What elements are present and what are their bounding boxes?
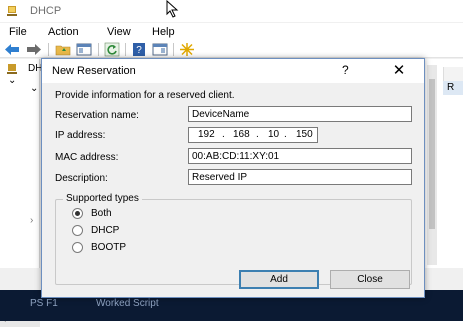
- reservation-name-input[interactable]: [188, 106, 412, 122]
- taskbar-item[interactable]: PS F1: [30, 298, 58, 309]
- new-star-icon[interactable]: [179, 42, 195, 57]
- menu-file[interactable]: File: [9, 26, 27, 38]
- mouse-cursor-icon: [166, 0, 179, 18]
- show-hide-tree-icon[interactable]: [76, 42, 92, 57]
- selected-row-label: R: [447, 82, 455, 93]
- dialog-title-bar: New Reservation ? ✕: [42, 59, 424, 83]
- vertical-scrollbar[interactable]: [427, 65, 437, 265]
- ip-address-label: IP address:: [55, 130, 106, 141]
- refresh-icon[interactable]: [104, 42, 120, 57]
- details-pane: R: [425, 59, 463, 268]
- toolbar-separator: [173, 43, 174, 56]
- ip-octet-3[interactable]: 10: [268, 129, 279, 140]
- menu-view[interactable]: View: [107, 26, 131, 38]
- toolbar-separator: [48, 43, 49, 56]
- menu-help[interactable]: Help: [152, 26, 175, 38]
- description-label: Description:: [55, 173, 108, 184]
- scrollbar-thumb[interactable]: [429, 79, 435, 229]
- ip-octet-2[interactable]: 168: [233, 129, 250, 140]
- radio-bootp-label[interactable]: BOOTP: [91, 242, 126, 253]
- back-arrow-icon[interactable]: [4, 42, 20, 57]
- menu-action[interactable]: Action: [48, 26, 79, 38]
- title-bar: DHCP: [0, 0, 463, 22]
- svg-text:?: ?: [136, 45, 142, 56]
- ip-octet-4[interactable]: 150: [296, 129, 313, 140]
- toolbar: ?: [0, 41, 463, 58]
- reservation-name-label: Reservation name:: [55, 110, 139, 121]
- dialog-title: New Reservation: [52, 65, 136, 77]
- tree-collapsed-chevron-icon[interactable]: ›: [30, 215, 33, 226]
- mac-address-label: MAC address:: [55, 152, 119, 163]
- dhcp-app-icon: [7, 6, 17, 16]
- close-icon[interactable]: ✕: [388, 61, 410, 81]
- menu-bar: File Action View Help: [0, 23, 463, 41]
- properties-pane-icon[interactable]: [152, 42, 168, 57]
- ip-dot: .: [222, 129, 225, 140]
- column-header[interactable]: [443, 67, 463, 81]
- radio-button[interactable]: [72, 242, 83, 253]
- tree-expand-chevron-icon[interactable]: ⌄: [30, 83, 38, 94]
- radio-dhcp-label[interactable]: DHCP: [91, 225, 119, 236]
- radio-selected-dot: [75, 211, 80, 216]
- taskbar-item[interactable]: Worked Script: [96, 298, 159, 309]
- help-book-icon[interactable]: ?: [131, 42, 147, 57]
- selected-row[interactable]: R: [443, 81, 463, 95]
- add-button[interactable]: Add: [239, 270, 319, 289]
- forward-arrow-icon[interactable]: [26, 42, 42, 57]
- radio-both-label[interactable]: Both: [91, 208, 112, 219]
- ip-dot: .: [284, 129, 287, 140]
- description-input[interactable]: [188, 169, 412, 185]
- mac-address-input[interactable]: [188, 148, 412, 164]
- dialog-description: Provide information for a reserved clien…: [55, 90, 235, 101]
- radio-button[interactable]: [72, 208, 83, 219]
- help-button[interactable]: ?: [342, 63, 349, 77]
- radio-button[interactable]: [72, 225, 83, 236]
- window-title: DHCP: [30, 5, 62, 17]
- console-tree: DH ⌄ ⌄ › ‹: [0, 59, 42, 327]
- dhcp-server-icon: [7, 64, 17, 74]
- ip-address-field[interactable]: 192 . 168 . 10 . 150: [188, 127, 318, 143]
- tree-expand-chevron-icon[interactable]: ⌄: [8, 75, 16, 86]
- ip-dot: .: [256, 129, 259, 140]
- folder-up-icon[interactable]: [55, 42, 71, 57]
- ip-octet-1[interactable]: 192: [198, 129, 215, 140]
- close-button[interactable]: Close: [330, 270, 410, 289]
- toolbar-separator: [125, 43, 126, 56]
- new-reservation-dialog: New Reservation ? ✕ Provide information …: [41, 58, 425, 298]
- toolbar-separator: [98, 43, 99, 56]
- supported-types-legend: Supported types: [63, 193, 142, 204]
